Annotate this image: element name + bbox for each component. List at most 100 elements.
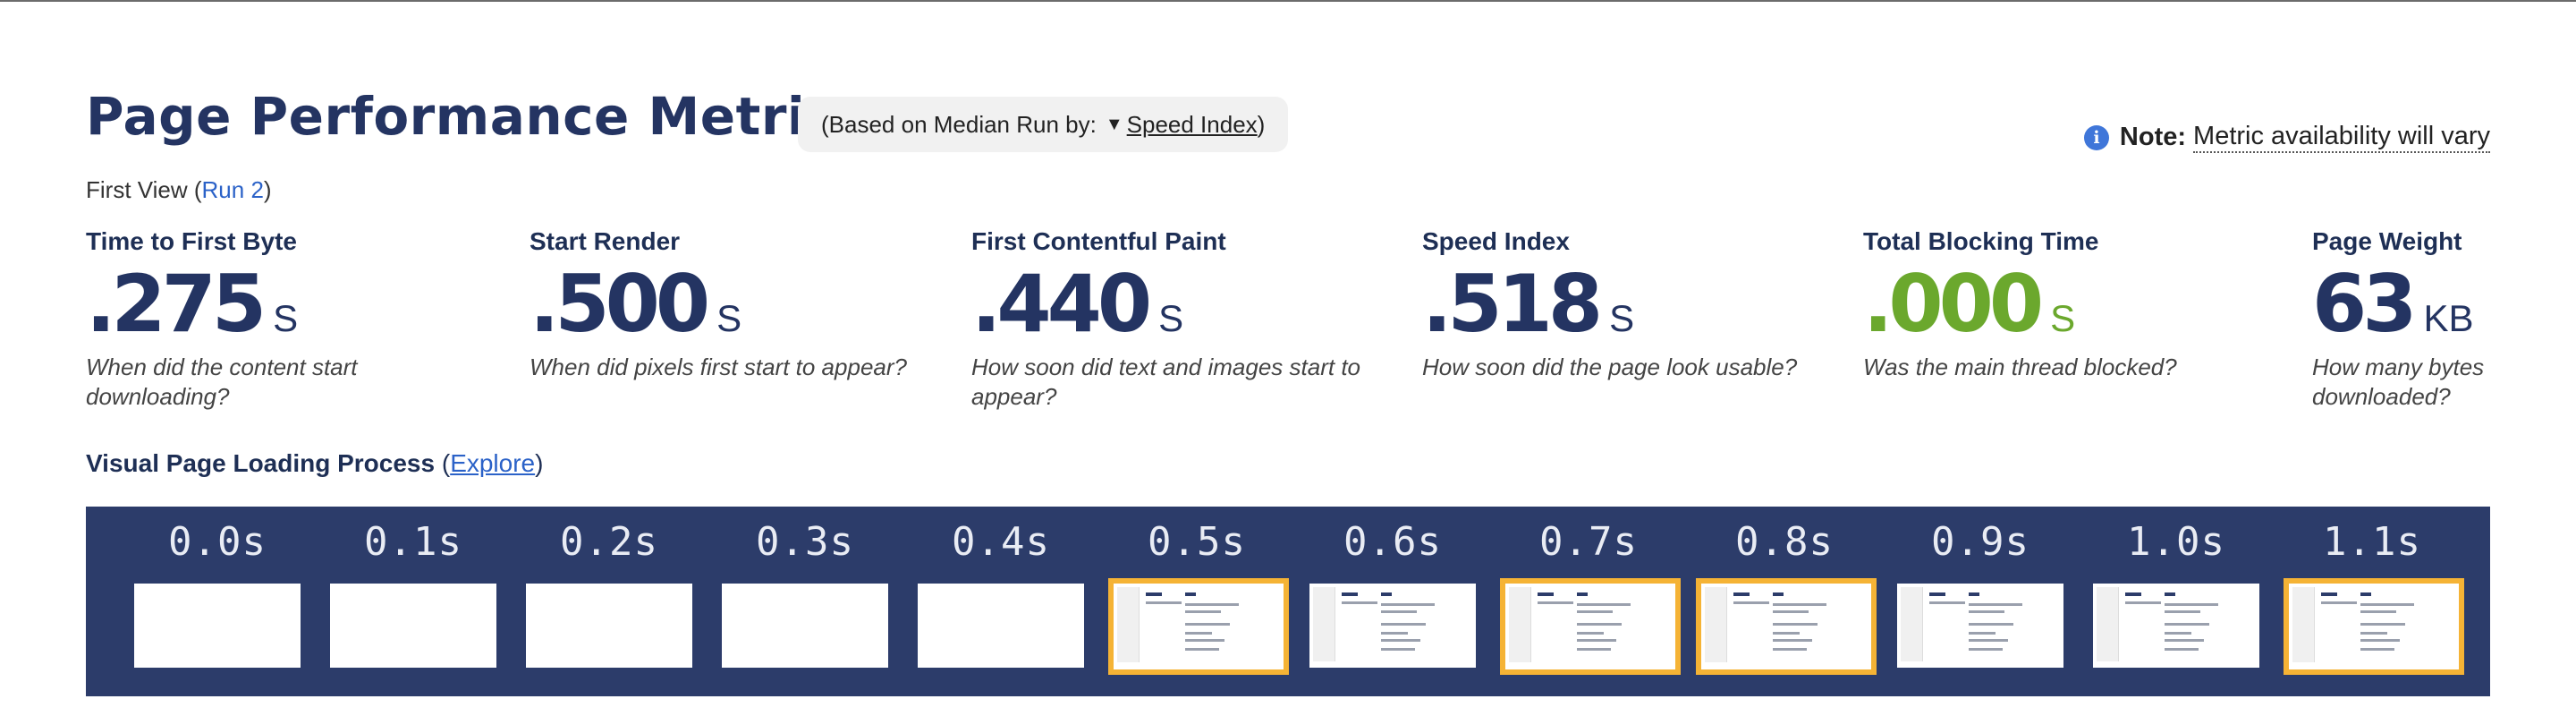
note-text[interactable]: Metric availability will vary [2193, 122, 2490, 153]
metric-unit: S [273, 297, 299, 339]
metric-label: Start Render [530, 227, 681, 255]
frame-time-label: 0.5s [1148, 519, 1246, 565]
filmstrip-frame: 1.0s [2091, 507, 2261, 696]
thumbnail-content-line [1185, 623, 1230, 626]
thumbnail-content-line [1577, 603, 1631, 606]
thumbnail-content-line [2165, 603, 2218, 606]
thumbnail-content-line [1969, 610, 2004, 613]
thumbnail-content-line [1577, 648, 1611, 651]
frame-thumbnail[interactable] [1696, 578, 1877, 675]
filmstrip-frame: 0.4s [916, 507, 1086, 696]
filmstrip-frame: 0.8s [1696, 507, 1877, 696]
metric-start-render: Start Render .500 S When did pixels first… [530, 227, 941, 382]
thumbnail-preview [1114, 584, 1284, 669]
frame-thumbnail[interactable] [134, 584, 301, 668]
metric-value: .440 [971, 258, 1152, 350]
thumbnail-content-line [1577, 632, 1604, 635]
thumbnail-sidebar [1705, 587, 1727, 663]
metric-description: When did the content start downloading? [86, 354, 358, 410]
thumbnail-sidebar [1313, 587, 1335, 661]
thumbnail-content-line [2165, 648, 2199, 651]
thumbnail-content-line [2360, 632, 2387, 635]
thumbnail-content-line [1185, 610, 1221, 613]
visual-loading-title: Visual Page Loading Process [86, 449, 436, 477]
median-metric-link[interactable]: Speed Index [1127, 111, 1258, 139]
explore-link[interactable]: Explore [450, 449, 535, 477]
thumbnail-preview [1309, 584, 1476, 668]
filmstrip: 0.0s 0.1s 0.2s 0.3s 0.4s 0.5s 0.6s 0.7s 0.8s 0.9s… [86, 507, 2490, 696]
metric-unit: S [716, 297, 742, 339]
thumbnail-content-line [1969, 648, 2003, 651]
frame-thumbnail[interactable] [1897, 584, 2063, 668]
filmstrip-frame: 0.7s [1500, 507, 1681, 696]
thumbnail-content-line [1381, 592, 1392, 596]
frame-thumbnail[interactable] [1309, 584, 1476, 668]
metric-unit: KB [2423, 297, 2474, 339]
metric-description: When did pixels first start to appear? [530, 354, 907, 380]
metric-unit: S [2050, 297, 2076, 339]
thumbnail-content-line [2321, 592, 2337, 596]
thumbnail-content-line [1577, 639, 1616, 642]
thumbnail-content-line [1342, 601, 1377, 604]
frame-time-label: 0.8s [1735, 519, 1834, 565]
metric-value: .518 [1422, 258, 1603, 350]
view-suffix: ) [263, 176, 272, 203]
thumbnail-content-line [1185, 648, 1219, 651]
frame-time-label: 0.0s [168, 519, 267, 565]
thumbnail-content-line [1538, 601, 1573, 604]
thumbnail-sidebar [1901, 587, 1923, 661]
thumbnail-content-line [1969, 603, 2022, 606]
metric-label: First Contentful Paint [971, 227, 1226, 255]
thumbnail-content-line [1733, 592, 1750, 596]
thumbnail-content-line [2360, 592, 2371, 596]
metric-ttfb: Time to First Byte .275 S When did the co… [86, 227, 497, 412]
frame-thumbnail[interactable] [1500, 578, 1681, 675]
frame-thumbnail[interactable] [918, 584, 1084, 668]
thumbnail-content-line [1969, 592, 1979, 596]
view-prefix: First View ( [86, 176, 202, 203]
thumbnail-content-line [2165, 639, 2204, 642]
thumbnail-content-line [1577, 623, 1622, 626]
frame-thumbnail[interactable] [330, 584, 496, 668]
metric-label: Speed Index [1422, 227, 1570, 255]
thumbnail-content-line [1773, 632, 1800, 635]
thumbnail-content-line [1773, 648, 1807, 651]
metric-tbt: Total Blocking Time .000 S Was the main t… [1863, 227, 2275, 382]
thumbnail-preview [1701, 584, 1871, 669]
thumbnail-content-line [1773, 603, 1826, 606]
metric-label: Page Weight [2312, 227, 2462, 255]
thumbnail-content-line [1733, 601, 1769, 604]
thumbnail-content-line [2165, 610, 2200, 613]
thumbnail-content-line [2360, 639, 2400, 642]
explore-open-paren: ( [441, 449, 451, 477]
thumbnail-sidebar [1509, 587, 1531, 663]
metric-unit: S [1609, 297, 1635, 339]
thumbnail-content-line [2165, 623, 2209, 626]
frame-thumbnail[interactable] [526, 584, 692, 668]
frame-thumbnail[interactable] [2093, 584, 2259, 668]
triangle-down-icon[interactable]: ▼ [1106, 115, 1123, 135]
frame-thumbnail[interactable] [722, 584, 888, 668]
frame-thumbnail[interactable] [2284, 578, 2464, 675]
thumbnail-content-line [1929, 601, 1965, 604]
frame-time-label: 0.9s [1931, 519, 2029, 565]
run-link[interactable]: Run 2 [202, 176, 264, 203]
note-label: Note: [2119, 123, 2187, 151]
thumbnail-content-line [2165, 632, 2191, 635]
frame-time-label: 0.6s [1343, 519, 1442, 565]
thumbnail-content-line [1538, 592, 1554, 596]
filmstrip-frame: 0.9s [1895, 507, 2065, 696]
metric-unit: S [1158, 297, 1184, 339]
metric-availability-note[interactable]: i Note: Metric availability will vary [2083, 122, 2490, 153]
thumbnail-content-line [1773, 592, 1784, 596]
thumbnail-content-line [1577, 592, 1588, 596]
metric-label: Total Blocking Time [1863, 227, 2099, 255]
frame-thumbnail[interactable] [1108, 578, 1289, 675]
metric-value: .275 [86, 258, 267, 350]
filmstrip-frame: 1.1s [2284, 507, 2464, 696]
thumbnail-content-line [2360, 603, 2414, 606]
filmstrip-frame: 0.1s [328, 507, 498, 696]
thumbnail-content-line [1185, 632, 1212, 635]
metric-speed-index: Speed Index .518 S How soon did the page … [1422, 227, 1834, 382]
thumbnail-content-line [2360, 648, 2394, 651]
